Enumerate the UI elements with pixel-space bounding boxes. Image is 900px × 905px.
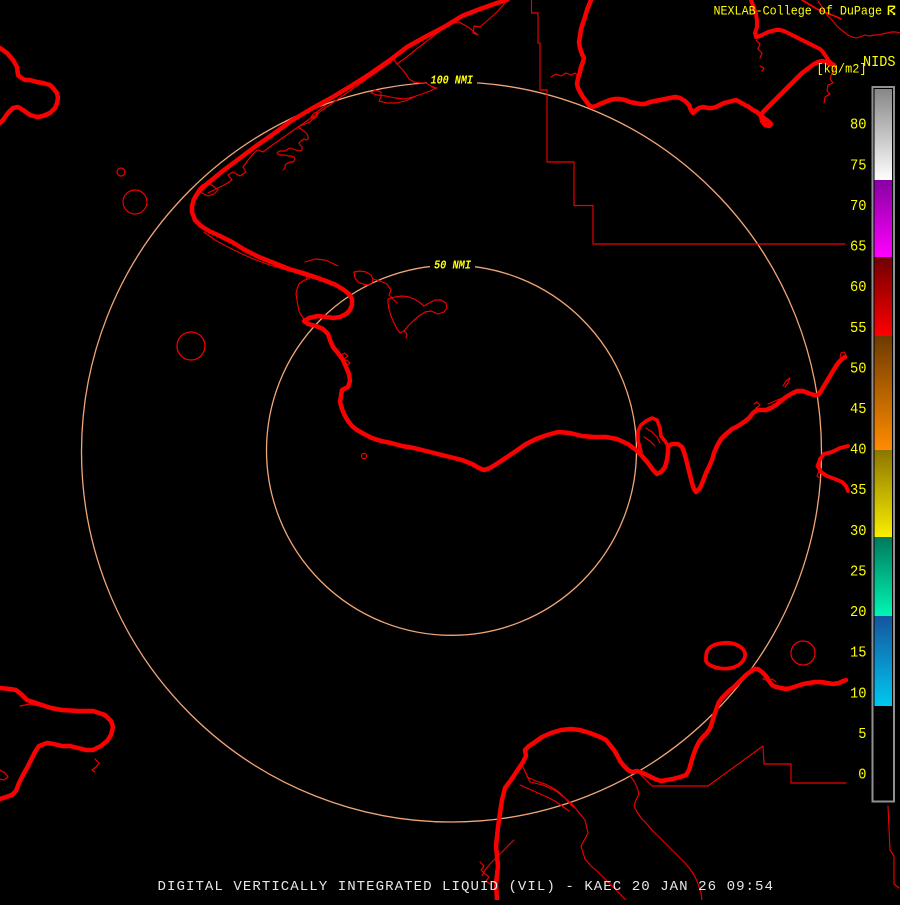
svg-text:80: 80 [850, 118, 867, 134]
svg-text:40: 40 [850, 443, 867, 459]
svg-text:35: 35 [850, 483, 867, 499]
svg-text:70: 70 [850, 199, 867, 215]
svg-text:25: 25 [850, 565, 867, 581]
svg-text:75: 75 [850, 158, 867, 174]
svg-text:DIGITAL VERTICALLY INTEGRATED: DIGITAL VERTICALLY INTEGRATED LIQUID (VI… [158, 879, 774, 895]
svg-text:15: 15 [850, 646, 867, 662]
svg-text:20: 20 [850, 605, 867, 621]
svg-text:55: 55 [850, 321, 867, 337]
svg-text:NEXLAB-College of DuPage: NEXLAB-College of DuPage [714, 4, 883, 19]
svg-text:[kg/m2]: [kg/m2] [817, 62, 867, 77]
svg-text:50: 50 [850, 361, 867, 377]
svg-text:50 NMI: 50 NMI [434, 259, 472, 273]
svg-text:100 NMI: 100 NMI [431, 73, 474, 87]
svg-text:NIDS: NIDS [863, 54, 896, 71]
svg-text:65: 65 [850, 240, 867, 256]
svg-text:60: 60 [850, 280, 867, 296]
svg-text:10: 10 [850, 686, 867, 702]
svg-text:5: 5 [858, 727, 866, 743]
svg-text:45: 45 [850, 402, 867, 418]
svg-text:0: 0 [858, 768, 866, 784]
svg-text:30: 30 [850, 524, 867, 540]
